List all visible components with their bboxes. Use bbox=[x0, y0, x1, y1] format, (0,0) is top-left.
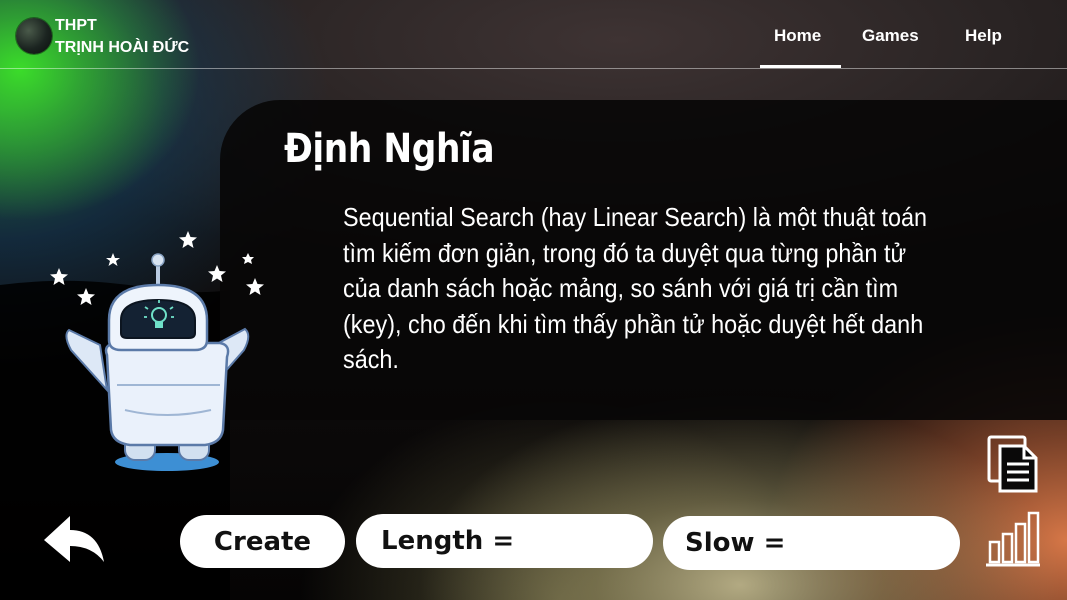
definition-line: Sequential Search (hay Linear Search) là… bbox=[343, 202, 928, 232]
school-name-line2: TRỊNH HOÀI ĐỨC bbox=[55, 39, 190, 56]
school-name-line1: THPT bbox=[55, 17, 97, 34]
page-title: Định Nghĩa bbox=[284, 126, 495, 172]
nav-help[interactable]: Help bbox=[965, 26, 1002, 46]
definition-line: (key), cho đến khi tìm thấy phần tử hoặc… bbox=[343, 308, 924, 339]
nav-home[interactable]: Home bbox=[774, 26, 821, 46]
slow-field[interactable]: Slow = bbox=[663, 516, 960, 570]
create-button-label: Create bbox=[213, 526, 312, 557]
document-icon[interactable] bbox=[986, 434, 1040, 494]
length-label: Length = bbox=[381, 526, 515, 556]
definition-line: sách. bbox=[343, 344, 399, 374]
slow-label: Slow = bbox=[685, 528, 786, 558]
slow-input[interactable] bbox=[793, 530, 940, 556]
back-arrow-icon[interactable] bbox=[40, 512, 110, 572]
create-button[interactable]: Create bbox=[180, 515, 345, 568]
school-logo[interactable] bbox=[16, 18, 52, 54]
school-name: THPT TRỊNH HOÀI ĐỨC bbox=[55, 15, 189, 59]
definition-line: tìm kiếm đơn giản, trong đó ta duyệt qua… bbox=[343, 237, 907, 268]
length-input[interactable] bbox=[522, 528, 633, 554]
definition-line: của danh sách hoặc mảng, so sánh với giá… bbox=[343, 273, 899, 303]
nav-games[interactable]: Games bbox=[862, 26, 919, 46]
definition-text: Sequential Search (hay Linear Search) là… bbox=[343, 200, 1041, 378]
header-divider bbox=[0, 68, 1067, 69]
robot-mascot-icon bbox=[50, 231, 264, 471]
length-field[interactable]: Length = bbox=[356, 514, 653, 568]
bar-chart-icon[interactable] bbox=[985, 510, 1041, 568]
